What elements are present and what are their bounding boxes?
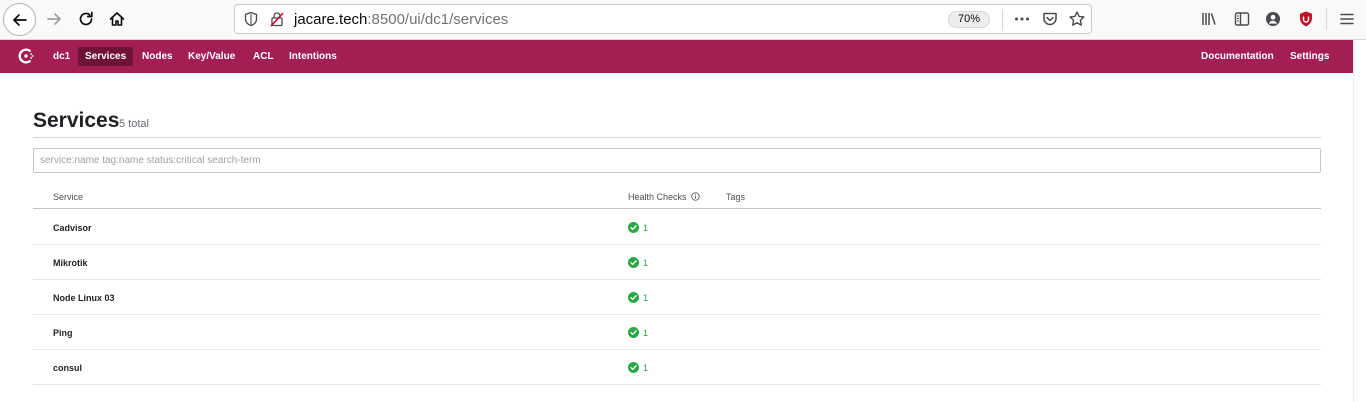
column-header-health-checks: Health Checks	[628, 192, 687, 202]
health-check-count: 1	[643, 363, 649, 373]
check-circle-icon	[628, 362, 639, 373]
browser-toolbar: jacare.tech:8500/ui/dc1/services 70%	[0, 0, 1366, 40]
page-scrollbar[interactable]	[1353, 40, 1366, 402]
table-row[interactable]: Node Linux 03 1	[33, 280, 1321, 315]
zoom-level-badge[interactable]: 70%	[948, 11, 990, 28]
table-row[interactable]: Mikrotik 1	[33, 245, 1321, 280]
hamburger-menu-icon[interactable]	[1338, 10, 1356, 28]
consul-nav-bar: dc1 Services Nodes Key/Value ACL Intenti…	[0, 40, 1353, 73]
nav-key-value[interactable]: Key/Value	[181, 47, 242, 66]
arrow-left-icon	[12, 13, 27, 26]
table-row[interactable]: consul 1	[33, 350, 1321, 385]
nav-services[interactable]: Services	[78, 47, 134, 66]
health-check-count: 1	[643, 293, 649, 303]
forward-button[interactable]	[38, 4, 70, 34]
insecure-lock-icon[interactable]	[269, 11, 285, 27]
home-icon	[109, 12, 125, 26]
services-count: 5 total	[119, 118, 149, 130]
library-icon[interactable]	[1200, 10, 1218, 28]
pocket-icon[interactable]	[1041, 10, 1059, 28]
url-separator	[1002, 9, 1003, 31]
datacenter-selector[interactable]: dc1	[46, 47, 77, 66]
nav-documentation[interactable]: Documentation	[1194, 47, 1281, 66]
bookmark-star-icon[interactable]	[1068, 10, 1086, 28]
table-row[interactable]: Cadvisor 1	[33, 210, 1321, 245]
url-bar[interactable]: jacare.tech:8500/ui/dc1/services 70%	[234, 4, 1092, 34]
check-circle-icon	[628, 327, 639, 338]
table-row[interactable]: Ping 1	[33, 315, 1321, 350]
url-path: :8500/ui/dc1/services	[367, 11, 509, 28]
url-host: jacare.tech	[294, 11, 368, 28]
back-button[interactable]	[3, 3, 36, 36]
reload-icon	[79, 11, 93, 26]
consul-logo-icon[interactable]	[16, 46, 36, 66]
column-header-tags: Tags	[726, 192, 746, 202]
search-input[interactable]	[33, 148, 1321, 173]
nav-acl[interactable]: ACL	[246, 47, 281, 66]
service-name[interactable]: Node Linux 03	[53, 292, 115, 304]
toolbar-divider	[1326, 8, 1327, 30]
page-title: Services	[33, 109, 120, 132]
tracking-shield-icon[interactable]	[243, 11, 259, 27]
check-circle-icon	[628, 257, 639, 268]
title-divider	[33, 137, 1321, 138]
nav-settings[interactable]: Settings	[1283, 47, 1336, 66]
nav-intentions[interactable]: Intentions	[282, 47, 344, 66]
account-icon[interactable]	[1264, 10, 1282, 28]
service-name[interactable]: Cadvisor	[53, 222, 92, 234]
service-name[interactable]: Mikrotik	[53, 257, 88, 269]
url-text[interactable]: jacare.tech:8500/ui/dc1/services	[294, 11, 508, 29]
arrow-right-icon	[47, 13, 61, 25]
info-icon[interactable]	[691, 192, 700, 201]
service-name[interactable]: consul	[53, 362, 82, 374]
health-check-count: 1	[643, 328, 649, 338]
table-header-divider	[33, 208, 1321, 209]
home-button[interactable]	[101, 4, 133, 34]
check-circle-icon	[628, 222, 639, 233]
health-check-count: 1	[643, 258, 649, 268]
nav-nodes[interactable]: Nodes	[135, 47, 180, 66]
ublock-shield-icon[interactable]	[1297, 10, 1315, 28]
sidebar-icon[interactable]	[1233, 10, 1251, 28]
column-header-service: Service	[53, 192, 84, 202]
more-actions-icon[interactable]	[1013, 10, 1031, 28]
health-check-count: 1	[643, 223, 649, 233]
check-circle-icon	[628, 292, 639, 303]
reload-button[interactable]	[70, 4, 102, 34]
service-name[interactable]: Ping	[53, 327, 73, 339]
